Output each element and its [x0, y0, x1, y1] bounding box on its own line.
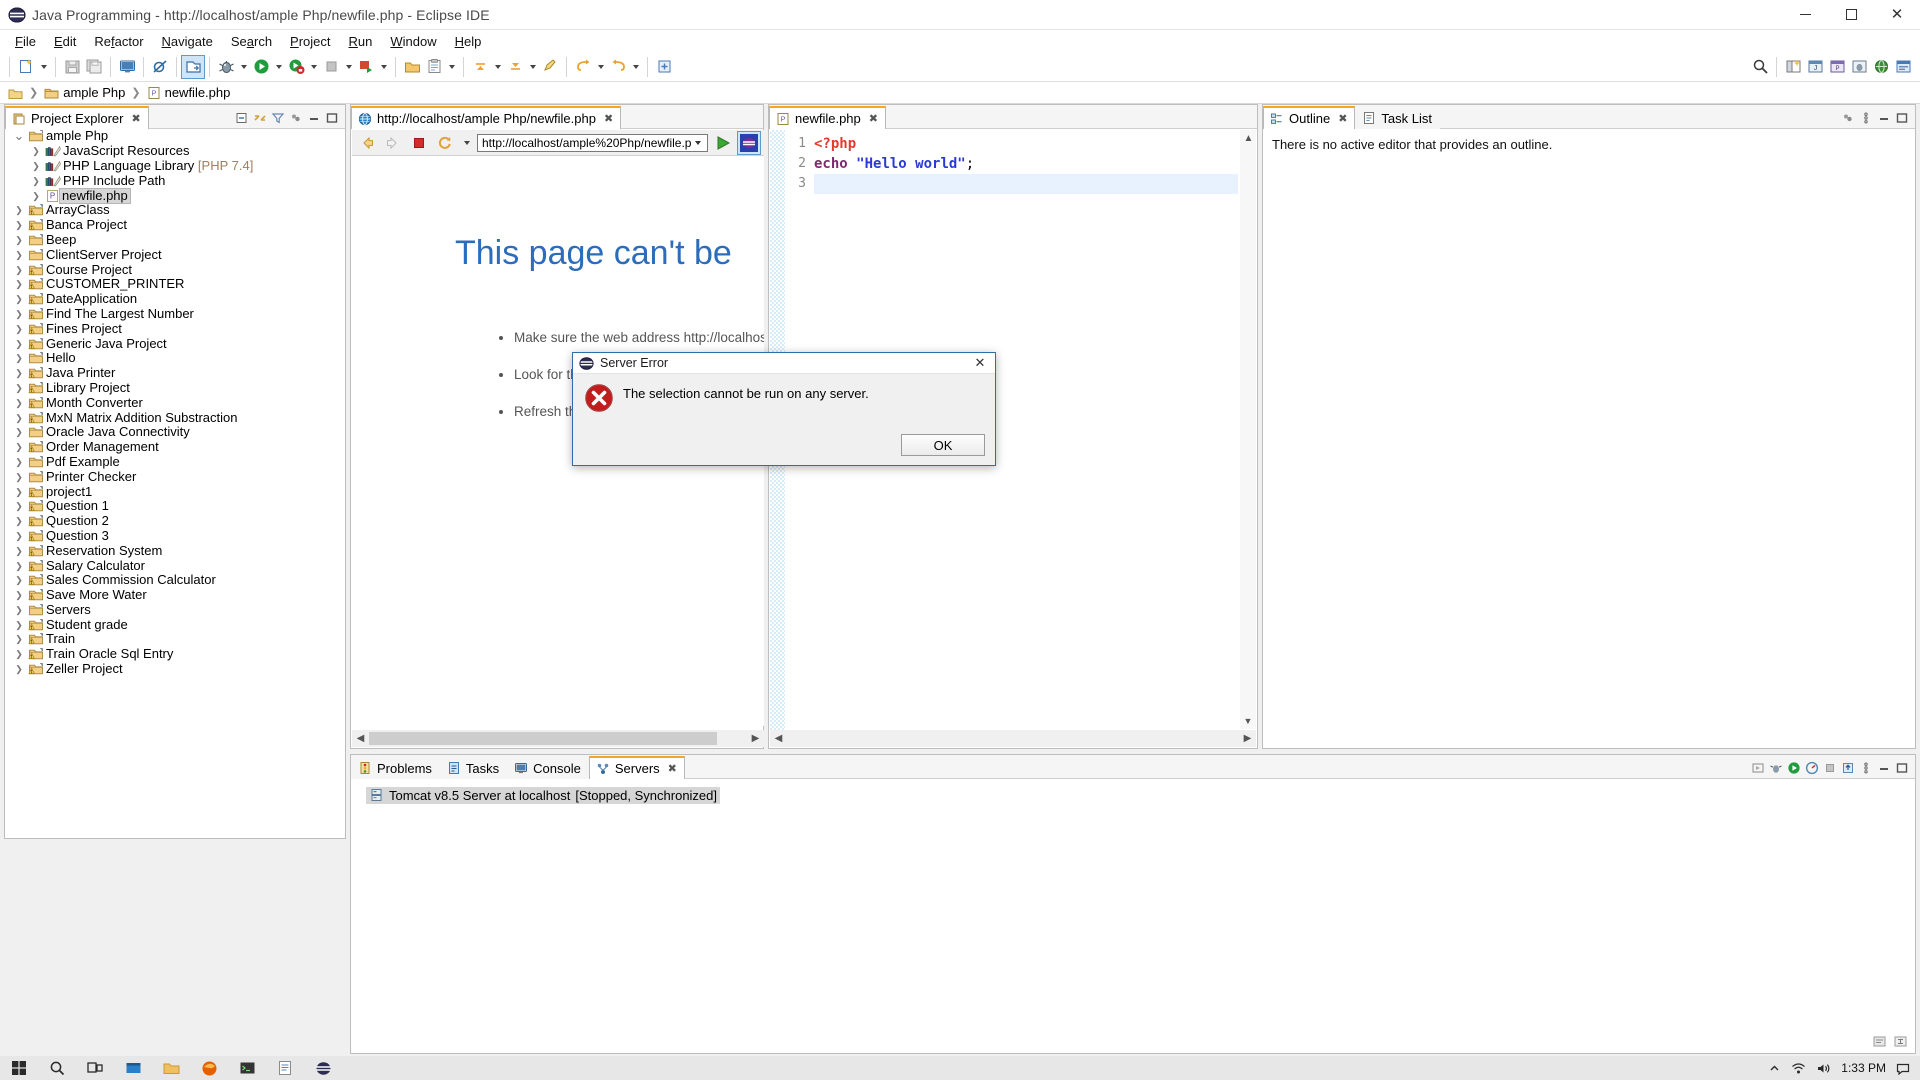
ok-button[interactable]: OK [901, 434, 985, 456]
terminal-icon[interactable] [228, 1056, 266, 1080]
file-explorer-icon[interactable] [114, 1056, 152, 1080]
dialog-overlay: Server Error ✕ The selection cannot be r… [0, 0, 1920, 1080]
eclipse-icon[interactable] [304, 1056, 342, 1080]
system-tray: 1:33 PM [1768, 1062, 1920, 1075]
dialog-title: Server Error [600, 356, 669, 370]
volume-icon[interactable] [1816, 1062, 1831, 1075]
eclipse-ide-window: Java Programming - http://localhost/ampl… [0, 0, 1920, 1080]
dialog-close-button[interactable]: ✕ [965, 353, 995, 374]
eclipse-icon [579, 356, 594, 371]
dialog-title-bar: Server Error ✕ [573, 353, 995, 374]
dialog-message: The selection cannot be run on any serve… [623, 386, 869, 401]
start-icon[interactable] [0, 1056, 38, 1080]
folder-icon[interactable] [152, 1056, 190, 1080]
notepad-icon[interactable] [266, 1056, 304, 1080]
firefox-icon[interactable] [190, 1056, 228, 1080]
server-error-dialog: Server Error ✕ The selection cannot be r… [572, 352, 996, 466]
action-center-icon[interactable] [1896, 1062, 1910, 1075]
clock[interactable]: 1:33 PM [1841, 1062, 1886, 1074]
search-icon[interactable] [38, 1056, 76, 1080]
task-view-icon[interactable] [76, 1056, 114, 1080]
error-circle-icon [584, 383, 614, 413]
chevron-up-icon[interactable] [1768, 1062, 1781, 1075]
dialog-body: The selection cannot be run on any serve… [573, 374, 995, 465]
network-icon[interactable] [1791, 1062, 1806, 1075]
taskbar: 1:33 PM [0, 1056, 1920, 1080]
